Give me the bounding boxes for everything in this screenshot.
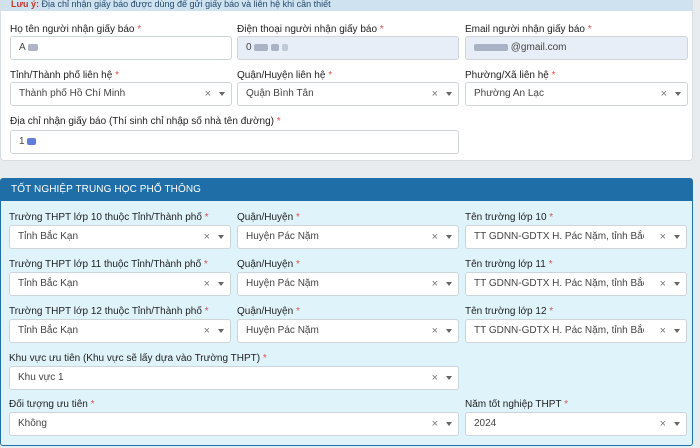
receiver-name-label: Họ tên người nhận giấy báo * bbox=[10, 24, 142, 35]
receiver-address-field: Địa chỉ nhận giấy báo (Thí sinh chỉ nhập… bbox=[10, 116, 459, 156]
receiver-district-label: Quận/Huyện liên hệ * bbox=[237, 70, 333, 81]
priority-area-select[interactable]: Khu vực 1 × bbox=[9, 366, 459, 390]
receiver-card: Lưu ý: Địa chỉ nhận giấy báo được dùng đ… bbox=[0, 0, 693, 161]
receiver-district-field: Quận/Huyện liên hệ * Quận Bình Tân × bbox=[237, 70, 459, 108]
chevron-down-icon[interactable] bbox=[674, 422, 680, 426]
receiver-email-field: Email người nhận giấy báo * @gmail.com bbox=[465, 24, 688, 62]
receiver-phone-label: Điện thoại người nhận giấy báo * bbox=[237, 24, 384, 35]
page-gap bbox=[0, 161, 700, 178]
clear-icon[interactable]: × bbox=[205, 83, 211, 105]
grade10-school-label: Tên trường lớp 10 * bbox=[465, 212, 554, 223]
receiver-phone-field: Điện thoại người nhận giấy báo * 0 bbox=[237, 24, 459, 62]
section-title: TỐT NGHIỆP TRUNG HỌC PHỔ THÔNG bbox=[1, 179, 692, 201]
chevron-down-icon[interactable] bbox=[446, 92, 452, 96]
receiver-province-label: Tỉnh/Thành phố liên hệ * bbox=[10, 70, 119, 81]
receiver-district-select[interactable]: Quận Bình Tân × bbox=[237, 82, 459, 106]
notice-label: Lưu ý: bbox=[11, 0, 40, 9]
grade10-province-select[interactable]: Tỉnh Bắc Kạn × bbox=[9, 225, 231, 249]
receiver-ward-select[interactable]: Phường An Lạc × bbox=[465, 82, 688, 106]
grade11-district-label: Quận/Huyện * bbox=[237, 259, 300, 270]
chevron-down-icon[interactable] bbox=[446, 329, 452, 333]
clear-icon[interactable]: × bbox=[661, 83, 667, 105]
receiver-province-field: Tỉnh/Thành phố liên hệ * Thành phố Hồ Ch… bbox=[10, 70, 232, 108]
chevron-down-icon[interactable] bbox=[446, 282, 452, 286]
chevron-down-icon[interactable] bbox=[218, 282, 224, 286]
notice-text: Địa chỉ nhận giấy báo được dùng để gửi g… bbox=[41, 0, 331, 9]
clear-icon[interactable]: × bbox=[204, 273, 210, 295]
grade11-school-label: Tên trường lớp 11 * bbox=[465, 259, 553, 270]
chevron-down-icon[interactable] bbox=[675, 92, 681, 96]
receiver-ward-field: Phường/Xã liên hệ * Phường An Lạc × bbox=[465, 70, 688, 108]
priority-group-select[interactable]: Không × bbox=[9, 412, 459, 436]
grad-year-select[interactable]: 2024 × bbox=[465, 412, 687, 436]
grade12-school-label: Tên trường lớp 12 * bbox=[465, 306, 554, 317]
graduation-card: TỐT NGHIỆP TRUNG HỌC PHỔ THÔNG Trường TH… bbox=[0, 178, 693, 446]
clear-icon[interactable]: × bbox=[432, 413, 438, 435]
receiver-address-label: Địa chỉ nhận giấy báo (Thí sinh chỉ nhập… bbox=[10, 116, 281, 127]
chevron-down-icon[interactable] bbox=[219, 92, 225, 96]
clear-icon[interactable]: × bbox=[660, 273, 666, 295]
chevron-down-icon[interactable] bbox=[446, 422, 452, 426]
grade12-district-label: Quận/Huyện * bbox=[237, 306, 300, 317]
clear-icon[interactable]: × bbox=[660, 320, 666, 342]
grade12-school-field: Tên trường lớp 12 * TT GDNN-GDTX H. Pác … bbox=[465, 306, 687, 344]
clear-icon[interactable]: × bbox=[432, 273, 438, 295]
grade12-province-field: Trường THPT lớp 12 thuộc Tỉnh/Thành phố … bbox=[9, 306, 231, 344]
receiver-phone-input[interactable]: 0 bbox=[237, 36, 459, 60]
grade11-school-field: Tên trường lớp 11 * TT GDNN-GDTX H. Pác … bbox=[465, 259, 687, 297]
priority-area-field: Khu vực ưu tiên (Khu vực sẽ lấy dựa vào … bbox=[9, 353, 459, 391]
clear-icon[interactable]: × bbox=[204, 320, 210, 342]
clear-icon[interactable]: × bbox=[432, 83, 438, 105]
clear-icon[interactable]: × bbox=[432, 367, 438, 389]
receiver-ward-label: Phường/Xã liên hệ * bbox=[465, 70, 556, 81]
grade10-district-label: Quận/Huyện * bbox=[237, 212, 300, 223]
grade11-province-label: Trường THPT lớp 11 thuộc Tỉnh/Thành phố … bbox=[9, 259, 208, 270]
grade10-school-select[interactable]: TT GDNN-GDTX H. Pác Nặm, tỉnh Bắc Kạn × bbox=[465, 225, 687, 249]
chevron-down-icon[interactable] bbox=[446, 235, 452, 239]
grade12-province-select[interactable]: Tỉnh Bắc Kạn × bbox=[9, 319, 231, 343]
chevron-down-icon[interactable] bbox=[674, 329, 680, 333]
chevron-down-icon[interactable] bbox=[218, 235, 224, 239]
grad-year-field: Năm tốt nghiệp THPT * 2024 × bbox=[465, 399, 687, 437]
grade11-province-select[interactable]: Tỉnh Bắc Kạn × bbox=[9, 272, 231, 296]
grade11-province-field: Trường THPT lớp 11 thuộc Tỉnh/Thành phố … bbox=[9, 259, 231, 297]
receiver-email-label: Email người nhận giấy báo * bbox=[465, 24, 592, 35]
grade10-school-field: Tên trường lớp 10 * TT GDNN-GDTX H. Pác … bbox=[465, 212, 687, 250]
chevron-down-icon[interactable] bbox=[674, 282, 680, 286]
grade10-district-field: Quận/Huyện * Huyện Pác Nặm × bbox=[237, 212, 459, 250]
notice-banner: Lưu ý: Địa chỉ nhận giấy báo được dùng đ… bbox=[1, 0, 692, 11]
grade12-school-select[interactable]: TT GDNN-GDTX H. Pác Nặm, tỉnh Bắc Kạn × bbox=[465, 319, 687, 343]
clear-icon[interactable]: × bbox=[432, 226, 438, 248]
priority-group-label: Đối tượng ưu tiên * bbox=[9, 399, 95, 410]
receiver-name-input[interactable]: A bbox=[10, 36, 232, 60]
chevron-down-icon[interactable] bbox=[218, 329, 224, 333]
receiver-email-input[interactable]: @gmail.com bbox=[465, 36, 688, 60]
grade12-district-field: Quận/Huyện * Huyện Pác Nặm × bbox=[237, 306, 459, 344]
grade11-district-select[interactable]: Huyện Pác Nặm × bbox=[237, 272, 459, 296]
clear-icon[interactable]: × bbox=[660, 413, 666, 435]
grade12-province-label: Trường THPT lớp 12 thuộc Tỉnh/Thành phố … bbox=[9, 306, 209, 317]
clear-icon[interactable]: × bbox=[432, 320, 438, 342]
grade12-district-select[interactable]: Huyện Pác Nặm × bbox=[237, 319, 459, 343]
chevron-down-icon[interactable] bbox=[446, 376, 452, 380]
chevron-down-icon[interactable] bbox=[674, 235, 680, 239]
clear-icon[interactable]: × bbox=[204, 226, 210, 248]
grad-year-label: Năm tốt nghiệp THPT * bbox=[465, 399, 569, 410]
priority-area-label: Khu vực ưu tiên (Khu vực sẽ lấy dựa vào … bbox=[9, 353, 267, 364]
grade10-district-select[interactable]: Huyện Pác Nặm × bbox=[237, 225, 459, 249]
clear-icon[interactable]: × bbox=[660, 226, 666, 248]
grade10-province-field: Trường THPT lớp 10 thuộc Tỉnh/Thành phố … bbox=[9, 212, 231, 250]
priority-group-field: Đối tượng ưu tiên * Không × bbox=[9, 399, 459, 437]
grade11-district-field: Quận/Huyện * Huyện Pác Nặm × bbox=[237, 259, 459, 297]
grade11-school-select[interactable]: TT GDNN-GDTX H. Pác Nặm, tỉnh Bắc Kạn × bbox=[465, 272, 687, 296]
grade10-province-label: Trường THPT lớp 10 thuộc Tỉnh/Thành phố … bbox=[9, 212, 209, 223]
receiver-address-input[interactable]: 1 bbox=[10, 130, 459, 154]
receiver-province-select[interactable]: Thành phố Hồ Chí Minh × bbox=[10, 82, 232, 106]
receiver-name-field: Họ tên người nhận giấy báo * A bbox=[10, 24, 232, 62]
